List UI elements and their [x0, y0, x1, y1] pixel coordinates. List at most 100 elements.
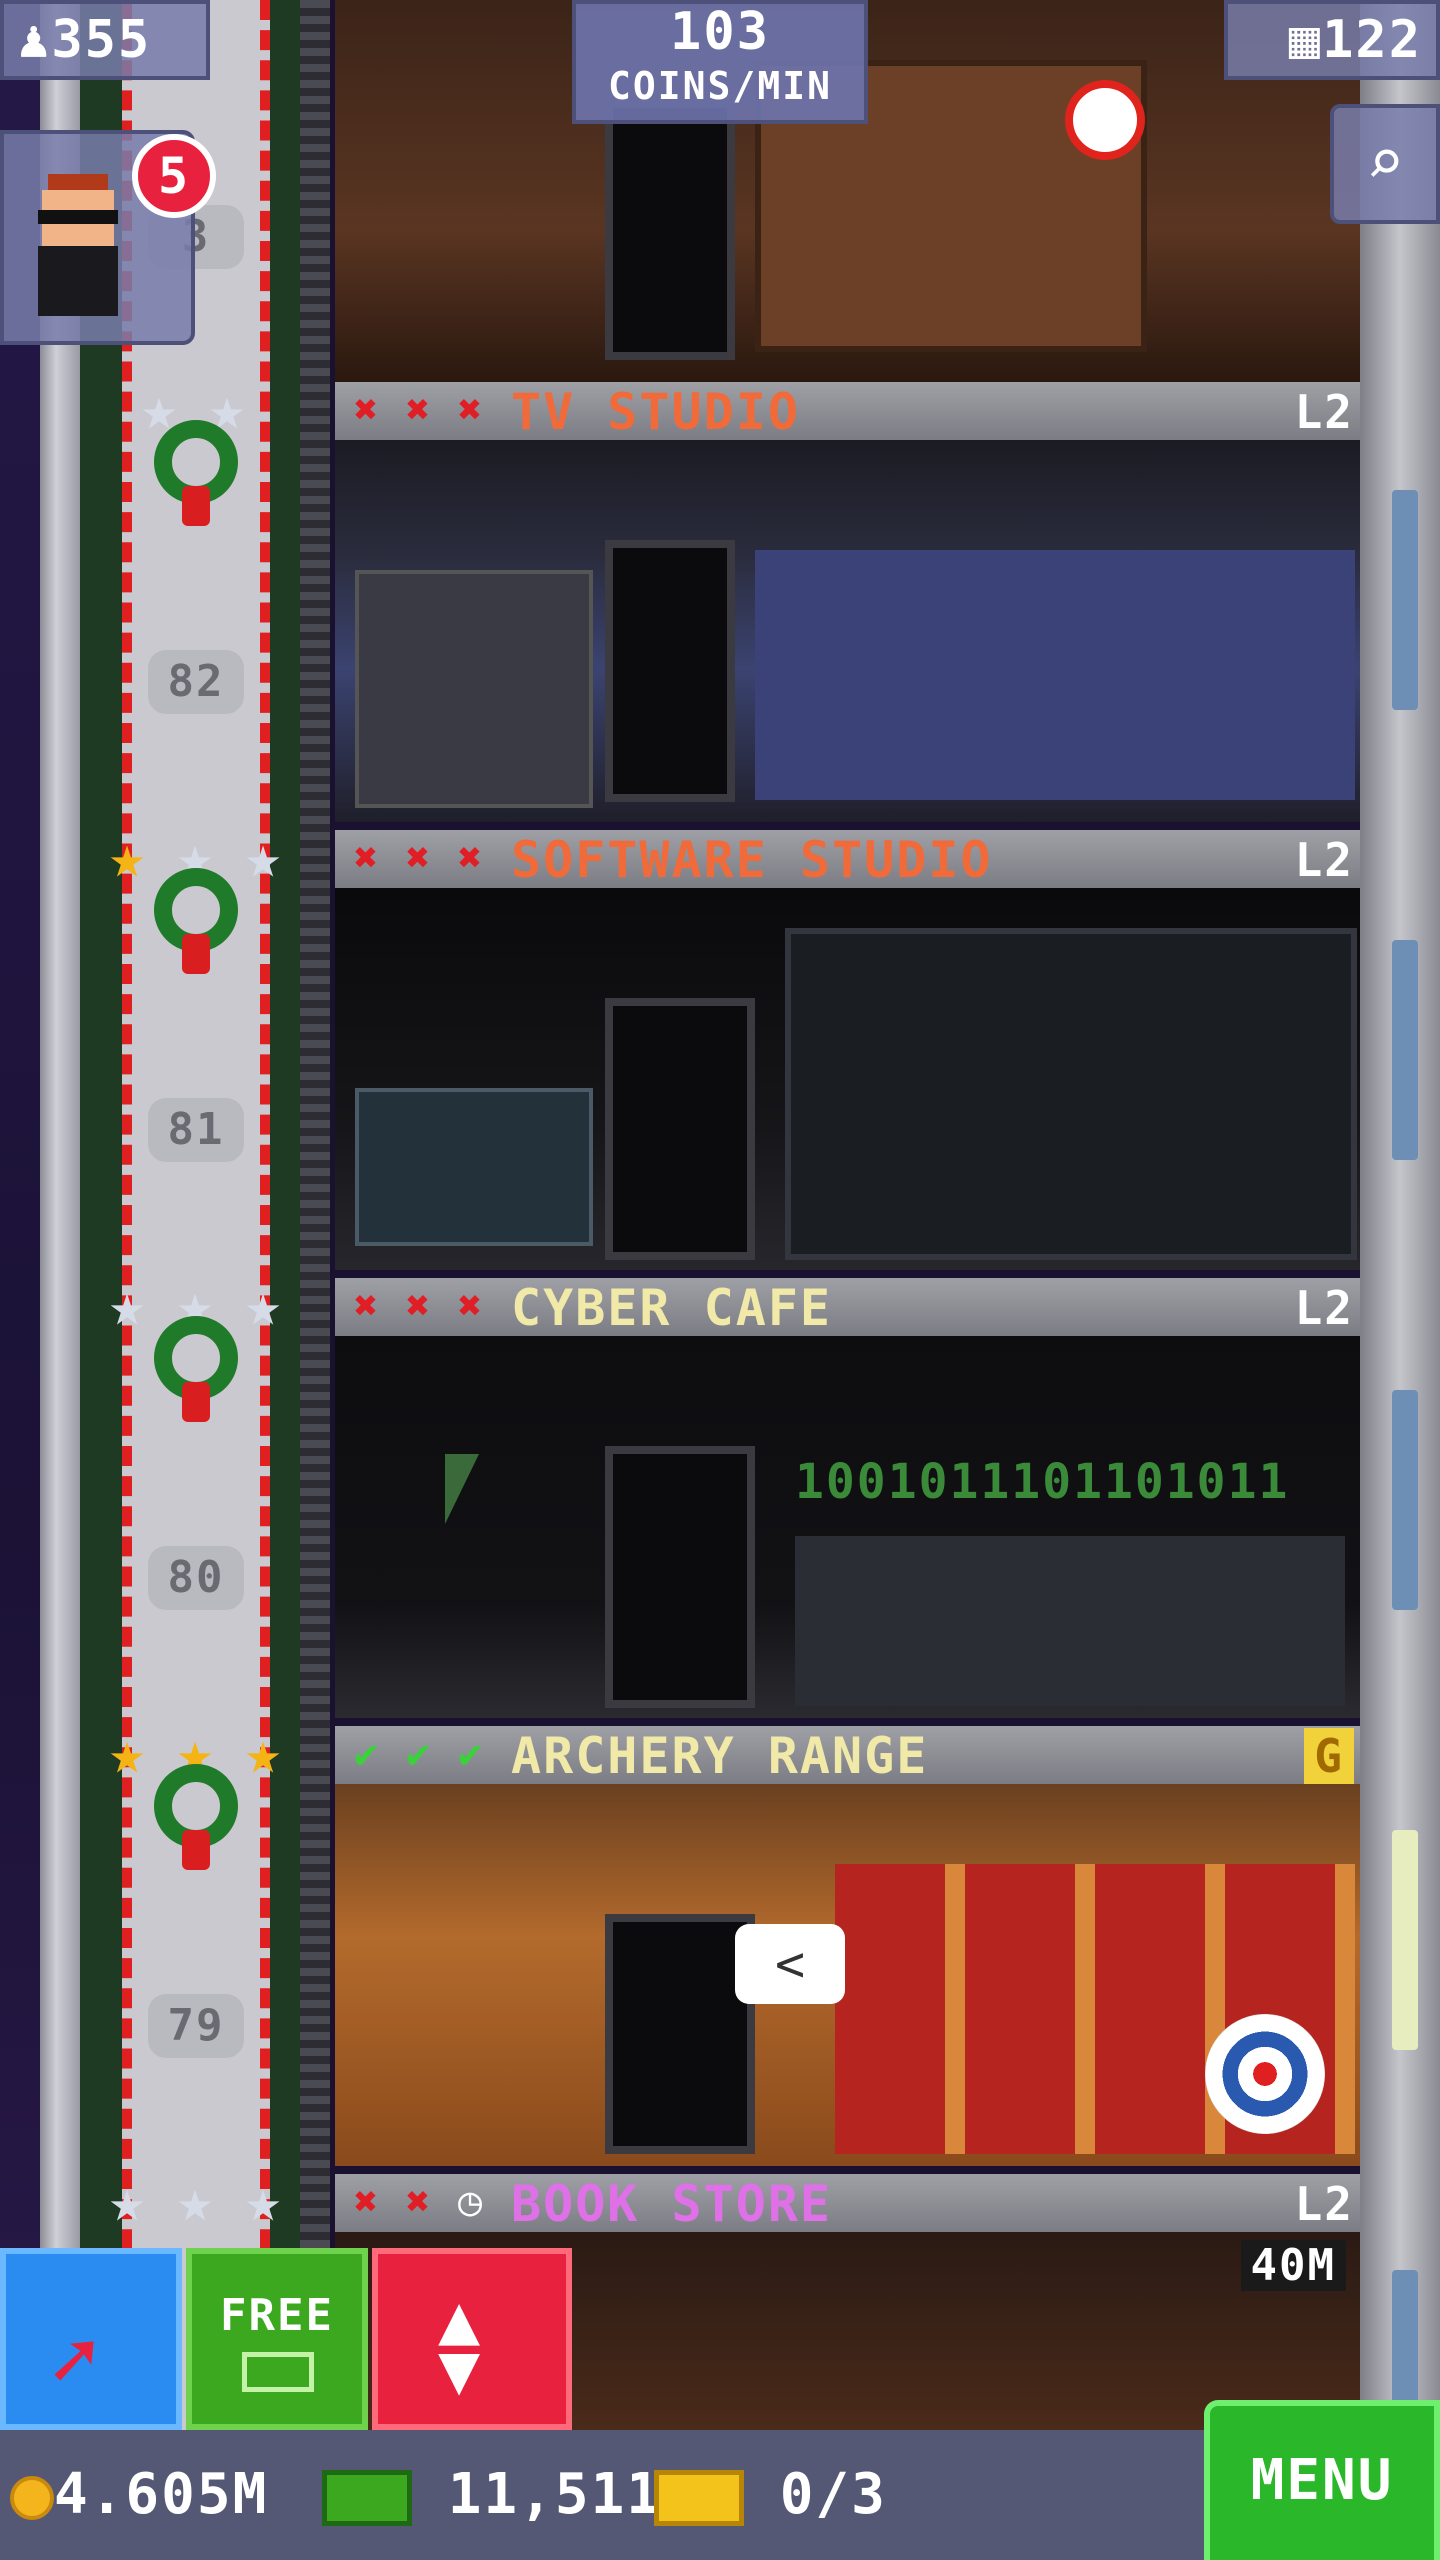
- studio-equipment: [355, 570, 593, 808]
- floor-name: SOFTWARE STUDIO: [511, 831, 993, 889]
- search-button[interactable]: ⌕: [1330, 104, 1440, 224]
- menu-button[interactable]: MENU: [1204, 2400, 1440, 2560]
- window: [1392, 1830, 1418, 2050]
- window: [1392, 1390, 1418, 1610]
- office-window: [785, 928, 1357, 1260]
- sky-background: [0, 0, 40, 2560]
- stock-empty-icon: ✖: [457, 387, 485, 433]
- floor-label-archery-range[interactable]: ✔ ✔ ✔ ARCHERY RANGE G: [335, 1726, 1360, 1784]
- coins-value: 4.605M: [54, 2462, 269, 2527]
- vip-badge: 5: [132, 134, 216, 218]
- floor-level: L2: [1294, 833, 1354, 887]
- golden-ticket-icon: [654, 2469, 744, 2526]
- coins-per-minute[interactable]: 103 COINS/MIN: [572, 0, 868, 124]
- elevator-floor-number: 80: [148, 1546, 244, 1610]
- stock-empty-icon: ✖: [457, 835, 485, 881]
- cursor-icon: [445, 1454, 479, 1524]
- stock-empty-icon: ✖: [353, 835, 381, 881]
- floor-name: ARCHERY RANGE: [511, 1727, 929, 1785]
- up-down-arrows-icon: ▲ ▼: [438, 2278, 481, 2410]
- window: [1392, 2270, 1418, 2420]
- stock-empty-icon: ✖: [353, 2179, 381, 2225]
- binary-wall-text: 1001011101101011: [795, 1454, 1290, 1510]
- coins-display[interactable]: 4.605M: [10, 2462, 268, 2528]
- stock-empty-icon: ✖: [457, 1283, 485, 1329]
- speech-bubble-icon: <: [774, 1935, 806, 1993]
- elevator-track: [300, 0, 330, 2430]
- coin-icon: [10, 2475, 54, 2520]
- floors-value: 122: [1322, 10, 1422, 70]
- stock-full-icon: ✔: [353, 1731, 381, 1777]
- stock-empty-icon: ✖: [353, 387, 381, 433]
- bux-icon: [242, 2352, 314, 2392]
- star-icon: ★: [176, 2166, 214, 2236]
- elevator-rail: [122, 0, 270, 2430]
- free-bux-button[interactable]: FREE: [186, 2248, 368, 2430]
- right-building-wall: [1360, 0, 1440, 2430]
- computer-stations: [795, 1536, 1345, 1706]
- computer-desk: [355, 1088, 593, 1246]
- arrow-up-right-icon: ➚: [50, 2314, 99, 2407]
- stock-empty-icon: ✖: [405, 387, 433, 433]
- floor-name: BOOK STORE: [511, 2175, 833, 2233]
- window: [1392, 940, 1418, 1160]
- star-icon: ★: [244, 2166, 282, 2236]
- vip-avatar: [28, 174, 128, 324]
- wreath-icon: [136, 1764, 256, 1874]
- magnifier-icon: ⌕: [1365, 126, 1405, 200]
- clock-icon: ◷: [457, 2179, 485, 2225]
- free-label: FREE: [220, 2290, 334, 2341]
- population-counter[interactable]: ♟355: [0, 0, 210, 80]
- bux-value: 11,511: [447, 2462, 663, 2527]
- elevator-updown-button[interactable]: ▲ ▼: [372, 2248, 572, 2430]
- floor-name: CYBER CAFE: [511, 1279, 833, 1337]
- wreath-icon: [136, 1316, 256, 1426]
- studio-backdrop: [755, 550, 1355, 800]
- stock-empty-icon: ✖: [405, 2179, 433, 2225]
- floor-label-software-studio[interactable]: ✖ ✖ ✖ SOFTWARE STUDIO L2: [335, 830, 1360, 888]
- star-icon: ★: [108, 2166, 146, 2236]
- room-door: [605, 1914, 755, 2154]
- room-archery-range[interactable]: <: [335, 1784, 1360, 2166]
- window: [1392, 490, 1418, 710]
- room-door: [605, 998, 755, 1260]
- floor-stars: ★ ★ ★: [96, 2166, 296, 2236]
- elevator-floor-number: 81: [148, 1098, 244, 1162]
- building-icon: ▦: [1288, 10, 1323, 70]
- speech-bubble[interactable]: <: [735, 1924, 845, 2004]
- room-door: [605, 100, 735, 360]
- floor-level: L2: [1294, 1281, 1354, 1335]
- stock-full-icon: ✔: [457, 1731, 485, 1777]
- tickets-value: 0/3: [779, 2462, 887, 2527]
- floor-label-book-store[interactable]: ✖ ✖ ◷ BOOK STORE L2: [335, 2174, 1360, 2232]
- elevator-floor-number: 82: [148, 650, 244, 714]
- stock-full-icon: ✔: [405, 1731, 433, 1777]
- no-smoking-icon: [1065, 80, 1145, 160]
- bux-icon: [322, 2469, 412, 2526]
- elevator-floor-number: 79: [148, 1994, 244, 2058]
- population-value: 355: [51, 10, 152, 70]
- floors-counter[interactable]: ▦122: [1224, 0, 1440, 80]
- vip-visitor-button[interactable]: 5: [0, 130, 216, 345]
- currency-bar: 4.605M 11,511 0/3 MENU: [0, 2400, 1440, 2560]
- floor-level: L2: [1294, 385, 1354, 439]
- stock-empty-icon: ✖: [353, 1283, 381, 1329]
- wreath-icon: [136, 420, 256, 530]
- room-door: [605, 540, 735, 802]
- floor-level-gold: G: [1304, 1728, 1354, 1784]
- bux-display[interactable]: 11,511: [322, 2462, 662, 2528]
- coins-rate-unit: COINS/MIN: [608, 64, 832, 108]
- room-software-studio[interactable]: [335, 888, 1360, 1270]
- target-icon: [1205, 2014, 1325, 2134]
- floor-level: L2: [1294, 2177, 1354, 2231]
- person-icon: ♟: [18, 10, 52, 70]
- room-tv-studio[interactable]: [335, 440, 1360, 822]
- room-cyber-cafe[interactable]: 1001011101101011: [335, 1336, 1360, 1718]
- floor-label-cyber-cafe[interactable]: ✖ ✖ ✖ CYBER CAFE L2: [335, 1278, 1360, 1336]
- stock-empty-icon: ✖: [405, 1283, 433, 1329]
- wreath-icon: [136, 868, 256, 978]
- floor-label-tv-studio[interactable]: ✖ ✖ ✖ TV STUDIO L2: [335, 382, 1360, 440]
- elevator-express-button[interactable]: ➚: [0, 2248, 182, 2430]
- tickets-display[interactable]: 0/3: [654, 2462, 887, 2528]
- room-door: [605, 1446, 755, 1708]
